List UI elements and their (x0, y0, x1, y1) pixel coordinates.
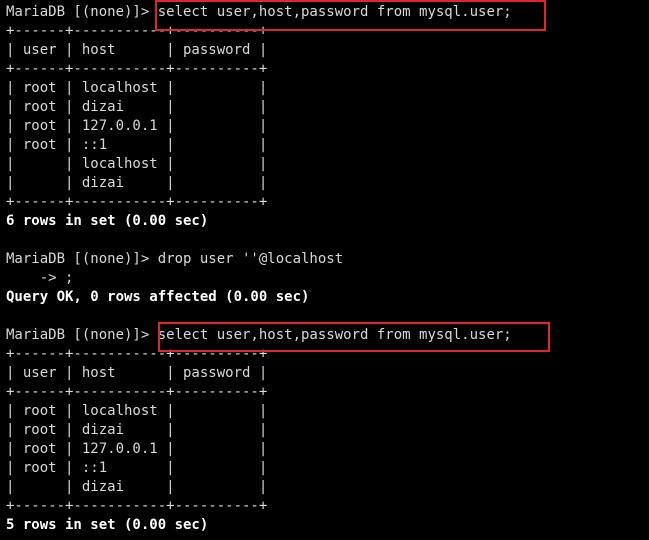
table-row: | root | 127.0.0.1 | | (6, 118, 268, 134)
table-row: | root | localhost | | (6, 403, 268, 419)
table-row: | root | ::1 | | (6, 137, 268, 153)
table-border: +------+-----------+----------+ (6, 194, 268, 210)
result-summary: 6 rows in set (0.00 sec) (6, 213, 209, 229)
table-row: | root | localhost | | (6, 80, 268, 96)
highlight-box (155, 0, 546, 31)
table-header: | user | host | password | (6, 42, 268, 58)
table-row: | root | dizai | | (6, 99, 268, 115)
result-summary: 5 rows in set (0.00 sec) (6, 517, 209, 533)
table-border: +------+-----------+----------+ (6, 61, 268, 77)
table-border: +------+-----------+----------+ (6, 384, 268, 400)
prompt: MariaDB [(none)]> (6, 4, 158, 20)
table-row: | root | ::1 | | (6, 460, 268, 476)
terminal-window[interactable]: MariaDB [(none)]> select user,host,passw… (0, 0, 649, 540)
table-header: | user | host | password | (6, 365, 268, 381)
sql-command: drop user ''@localhost (157, 251, 344, 267)
continuation-line: -> ; (6, 270, 74, 286)
table-row: | | localhost | | (6, 156, 268, 172)
result-summary: Query OK, 0 rows affected (0.00 sec) (6, 289, 310, 305)
table-border: +------+-----------+----------+ (6, 498, 268, 514)
prompt: MariaDB [(none)]> (6, 327, 158, 343)
table-row: | root | dizai | | (6, 422, 268, 438)
prompt-line-drop: MariaDB [(none)]> drop user ''@localhost (6, 250, 343, 269)
highlight-box (158, 322, 550, 352)
table-row: | | dizai | | (6, 175, 268, 191)
table-row: | root | 127.0.0.1 | | (6, 441, 268, 457)
prompt: MariaDB [(none)]> (6, 251, 158, 267)
table-row: | | dizai | | (6, 479, 268, 495)
